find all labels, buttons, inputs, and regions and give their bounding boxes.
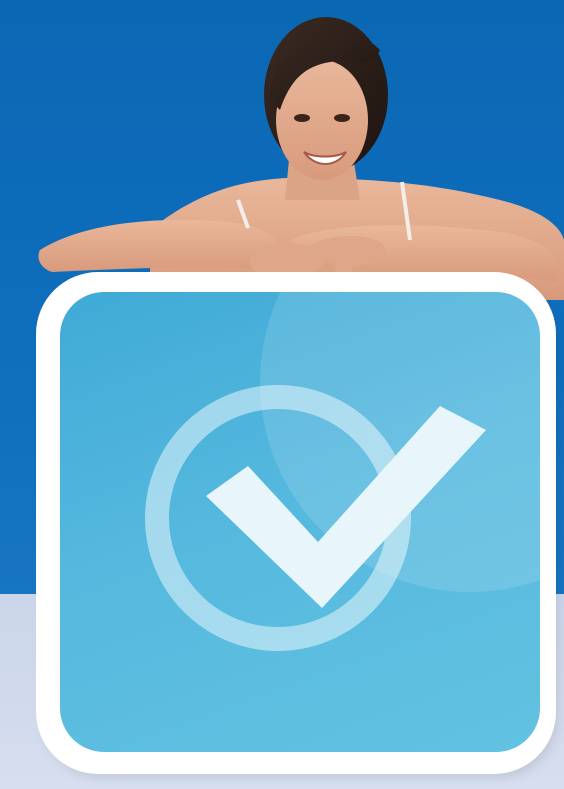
checkmark-in-circle-icon bbox=[145, 385, 486, 651]
